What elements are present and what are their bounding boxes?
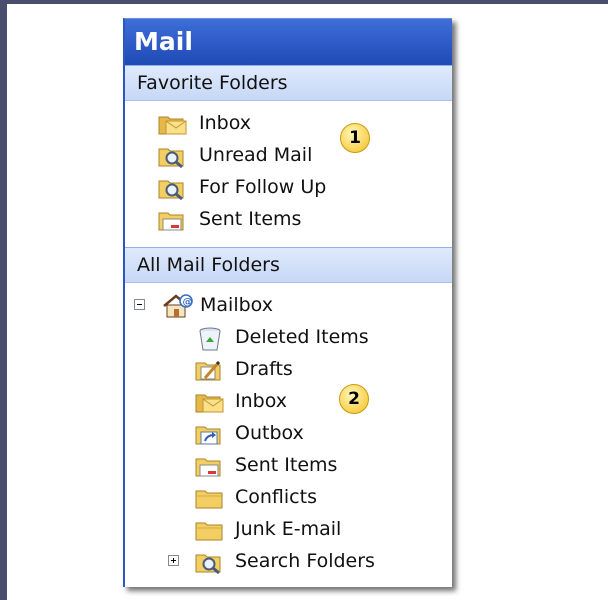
tree-item-label: Outbox [235,422,304,444]
favorite-folder-label: Unread Mail [199,144,313,166]
expand-icon[interactable] [168,555,179,566]
inbox-folder-icon [158,116,187,135]
folder-icon [195,522,223,541]
favorite-folder-unread-mail[interactable]: Unread Mail [125,139,452,171]
svg-text:@: @ [183,297,193,308]
inbox-folder-icon [195,394,224,413]
favorite-folder-label: Sent Items [199,208,302,230]
callout-badge-1: 1 [340,123,370,153]
tree-item-label: Mailbox [200,294,273,316]
favorite-folders-list: Inbox Unread Mail For Follow Up Sent Ite… [125,101,452,247]
tree-item-label: Inbox [235,390,287,412]
outbox-folder-icon [195,426,221,445]
mailbox-icon: @ [163,294,193,318]
pane-title: Mail [125,19,452,65]
mail-folder-tree: @ Mailbox Deleted Items Drafts Inbox Out… [125,283,452,577]
search-folder-icon [158,148,184,168]
sent-items-folder-icon [195,458,221,477]
tree-item-inbox[interactable]: Inbox [125,385,452,417]
tree-item-sent-items[interactable]: Sent Items [125,449,452,481]
tree-item-mailbox[interactable]: @ Mailbox [125,289,452,321]
favorite-folder-label: Inbox [199,112,251,134]
tree-item-label: Deleted Items [235,326,369,348]
search-folder-icon [158,180,184,200]
callout-badge-2: 2 [339,384,369,414]
tree-item-label: Search Folders [235,550,375,572]
tree-item-label: Junk E-mail [235,518,342,540]
drafts-folder-icon [195,360,221,381]
mail-navigation-pane: Mail Favorite Folders Inbox Unread Mail [123,18,452,587]
tree-item-label: Conflicts [235,486,317,508]
favorite-folder-for-follow-up[interactable]: For Follow Up [125,171,452,203]
recycle-bin-icon [199,327,221,351]
favorite-folder-label: For Follow Up [199,176,327,198]
tree-item-label: Sent Items [235,454,338,476]
favorite-folder-sent-items[interactable]: Sent Items [125,203,452,235]
tree-item-outbox[interactable]: Outbox [125,417,452,449]
tree-item-search-folders[interactable]: Search Folders [125,545,452,577]
collapse-icon[interactable] [134,299,145,310]
favorite-folders-header[interactable]: Favorite Folders [125,65,452,101]
tree-item-drafts[interactable]: Drafts [125,353,452,385]
all-mail-folders-header[interactable]: All Mail Folders [125,247,452,283]
tree-item-label: Drafts [235,358,293,380]
screenshot-frame: Mail Favorite Folders Inbox Unread Mail [7,4,608,600]
search-folder-icon [195,554,221,574]
tree-item-conflicts[interactable]: Conflicts [125,481,452,513]
favorite-folder-inbox[interactable]: Inbox [125,107,452,139]
tree-item-deleted-items[interactable]: Deleted Items [125,321,452,353]
folder-icon [195,490,223,509]
sent-items-folder-icon [158,212,184,231]
tree-item-junk-e-mail[interactable]: Junk E-mail [125,513,452,545]
